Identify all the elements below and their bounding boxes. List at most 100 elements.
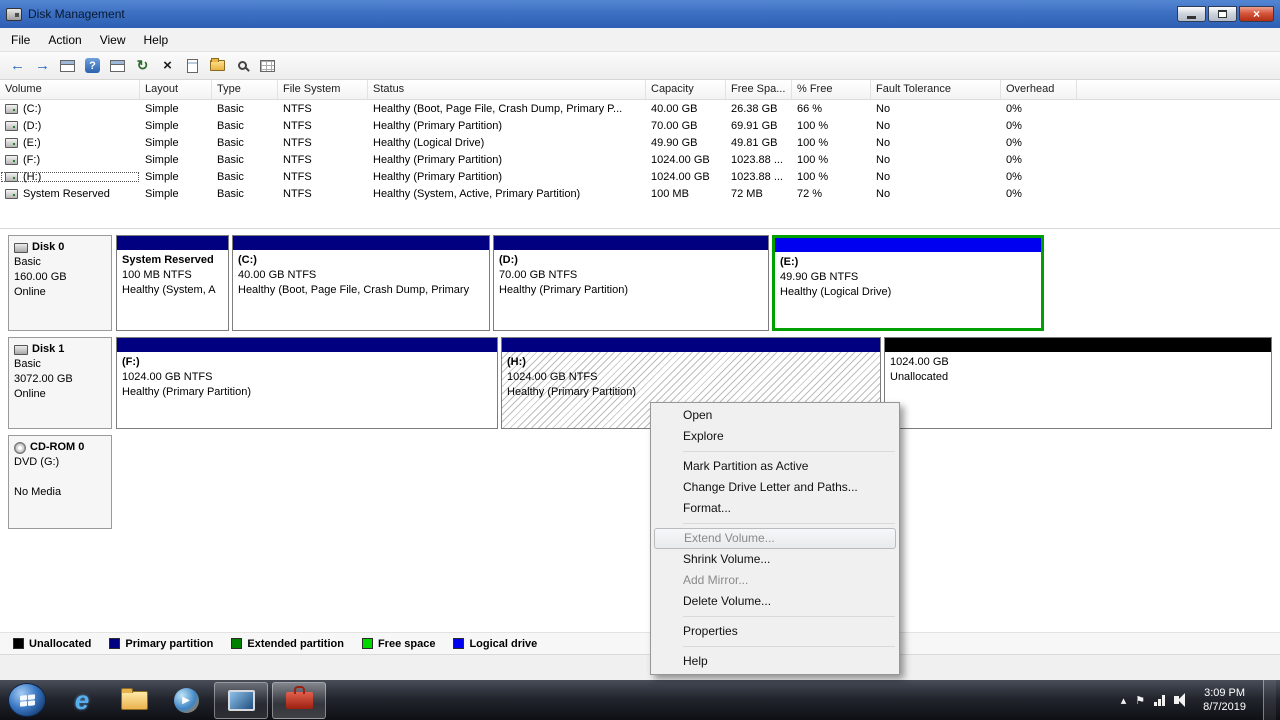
taskbar-explorer-button[interactable] — [108, 681, 160, 719]
menu-item-add-mirror: Add Mirror... — [653, 570, 897, 591]
partition-status: Healthy (System, A — [122, 283, 223, 298]
menu-item-explore[interactable]: Explore — [653, 426, 897, 447]
partition-size: 100 MB NTFS — [122, 268, 223, 283]
table-row-h[interactable]: (H:) Simple Basic NTFS Healthy (Primary … — [0, 168, 1280, 185]
menu-item-format[interactable]: Format... — [653, 498, 897, 519]
cdrom0-info[interactable]: CD-ROM 0 DVD (G:) No Media — [8, 435, 112, 529]
disk-view-button[interactable] — [256, 55, 279, 77]
menu-item-help[interactable]: Help — [653, 651, 897, 672]
table-row-system-reserved[interactable]: System Reserved Simple Basic NTFS Health… — [0, 185, 1280, 202]
cdrom0-row: CD-ROM 0 DVD (G:) No Media — [8, 435, 1272, 529]
show-desktop-button[interactable] — [1263, 680, 1276, 720]
column-header-status[interactable]: Status — [368, 80, 646, 99]
taskbar-media-player-button[interactable]: ▶ — [160, 681, 212, 719]
table-row-c[interactable]: (C:) Simple Basic NTFS Healthy (Boot, Pa… — [0, 100, 1280, 117]
disk1-info[interactable]: Disk 1 Basic 3072.00 GB Online — [8, 337, 112, 429]
partition-f[interactable]: (F:) 1024.00 GB NTFS Healthy (Primary Pa… — [116, 337, 498, 429]
partition-status: Unallocated — [890, 370, 1266, 385]
partition-size: 1024.00 GB NTFS — [122, 370, 492, 385]
open-button[interactable] — [206, 55, 229, 77]
menu-separator — [683, 616, 895, 617]
network-icon[interactable] — [1154, 694, 1165, 706]
table-row-e[interactable]: (E:) Simple Basic NTFS Healthy (Logical … — [0, 134, 1280, 151]
partition-d[interactable]: (D:) 70.00 GB NTFS Healthy (Primary Part… — [493, 235, 769, 331]
menu-item-shrink-volume[interactable]: Shrink Volume... — [653, 549, 897, 570]
partition-unallocated[interactable]: 1024.00 GB Unallocated — [884, 337, 1272, 429]
disk-size — [14, 470, 106, 485]
table-row-d[interactable]: (D:) Simple Basic NTFS Healthy (Primary … — [0, 117, 1280, 134]
cell-overhead: 0% — [1001, 171, 1077, 183]
menu-action[interactable]: Action — [39, 28, 90, 52]
partition-c[interactable]: (C:) 40.00 GB NTFS Healthy (Boot, Page F… — [232, 235, 490, 331]
menu-item-properties[interactable]: Properties — [653, 621, 897, 642]
menu-file[interactable]: File — [2, 28, 39, 52]
taskbar-disk-management-button[interactable] — [272, 682, 326, 719]
cell-filesystem: NTFS — [278, 103, 368, 115]
titlebar[interactable]: Disk Management × — [0, 0, 1280, 28]
taskbar-clock[interactable]: 3:09 PM 8/7/2019 — [1195, 686, 1254, 714]
column-header-type[interactable]: Type — [212, 80, 278, 99]
partition-status: Healthy (Primary Partition) — [122, 385, 492, 400]
cell-faulttolerance: No — [871, 103, 1001, 115]
column-header-layout[interactable]: Layout — [140, 80, 212, 99]
minimize-button[interactable] — [1177, 6, 1206, 22]
volume-name: (C:) — [23, 103, 41, 115]
column-header-freespace[interactable]: Free Spa... — [726, 80, 792, 99]
toolbox-icon — [286, 692, 313, 709]
tray-expand-icon[interactable]: ▴ — [1121, 694, 1127, 707]
help-button[interactable]: ? — [81, 55, 104, 77]
find-button[interactable] — [231, 55, 254, 77]
partition-color-strip — [502, 338, 880, 352]
cell-capacity: 40.00 GB — [646, 103, 726, 115]
internet-explorer-icon: e — [75, 687, 89, 713]
disk0-body: System Reserved 100 MB NTFS Healthy (Sys… — [116, 235, 1272, 331]
cell-pctfree: 72 % — [792, 188, 871, 200]
menu-item-change-drive-letter[interactable]: Change Drive Letter and Paths... — [653, 477, 897, 498]
partition-color-strip — [494, 236, 768, 250]
cell-pctfree: 66 % — [792, 103, 871, 115]
volume-name: System Reserved — [23, 188, 110, 200]
menu-view[interactable]: View — [91, 28, 135, 52]
cell-status: Healthy (Boot, Page File, Crash Dump, Pr… — [368, 103, 646, 115]
menu-item-delete-volume[interactable]: Delete Volume... — [653, 591, 897, 612]
show-console-tree-button[interactable] — [56, 55, 79, 77]
forward-button[interactable]: → — [31, 55, 54, 77]
disk-state: No Media — [14, 485, 106, 500]
disk-kind: DVD (G:) — [14, 455, 106, 470]
start-button[interactable] — [8, 683, 46, 717]
taskbar-app-window-button[interactable] — [214, 682, 268, 719]
refresh-button[interactable]: ↻ — [131, 55, 154, 77]
column-header-pctfree[interactable]: % Free — [792, 80, 871, 99]
partition-color-strip — [885, 338, 1271, 352]
partition-system-reserved[interactable]: System Reserved 100 MB NTFS Healthy (Sys… — [116, 235, 229, 331]
column-header-faulttolerance[interactable]: Fault Tolerance — [871, 80, 1001, 99]
delete-button[interactable]: × — [156, 55, 179, 77]
column-header-filesystem[interactable]: File System — [278, 80, 368, 99]
partition-color-strip — [233, 236, 489, 250]
console-window-button[interactable] — [106, 55, 129, 77]
column-header-volume[interactable]: Volume — [0, 80, 140, 99]
open-folder-icon — [210, 60, 225, 71]
volume-name: (E:) — [23, 137, 41, 149]
column-header-overhead[interactable]: Overhead — [1001, 80, 1077, 99]
legend-label: Extended partition — [247, 638, 344, 650]
disk0-info[interactable]: Disk 0 Basic 160.00 GB Online — [8, 235, 112, 331]
window-controls: × — [1177, 6, 1274, 22]
volume-icon — [5, 121, 18, 131]
action-center-icon[interactable]: ⚑ — [1135, 694, 1145, 707]
folder-icon — [121, 691, 148, 710]
cell-type: Basic — [212, 188, 278, 200]
back-button[interactable]: ← — [6, 55, 29, 77]
partition-e[interactable]: (E:) 49.90 GB NTFS Healthy (Logical Driv… — [772, 235, 1044, 331]
maximize-button[interactable] — [1208, 6, 1237, 22]
close-button[interactable]: × — [1239, 6, 1274, 22]
menu-item-mark-partition-active[interactable]: Mark Partition as Active — [653, 456, 897, 477]
taskbar-ie-button[interactable]: e — [56, 681, 108, 719]
column-header-capacity[interactable]: Capacity — [646, 80, 726, 99]
menu-help[interactable]: Help — [135, 28, 178, 52]
volume-icon[interactable] — [1174, 696, 1179, 704]
menu-item-open[interactable]: Open — [653, 405, 897, 426]
table-row-f[interactable]: (F:) Simple Basic NTFS Healthy (Primary … — [0, 151, 1280, 168]
monitor-icon — [228, 690, 255, 711]
properties-button[interactable] — [181, 55, 204, 77]
